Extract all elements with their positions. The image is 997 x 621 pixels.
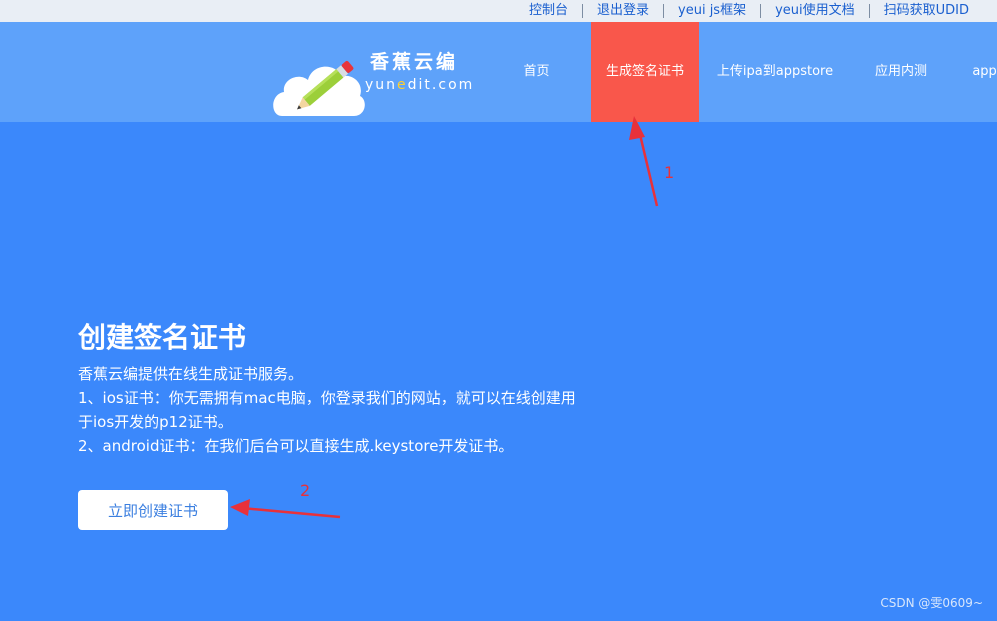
cloud-pencil-icon (273, 60, 365, 116)
logo-title: 香蕉云编 (370, 51, 459, 73)
ios-cert-line: 1、ios证书：你无需拥有mac电脑，你登录我们的网站，就可以在线创建用于ios… (78, 389, 576, 431)
nav-home[interactable]: 首页 (482, 22, 591, 122)
top-links: 控制台 退出登录 yeui js框架 yeui使用文档 扫码获取UDID (515, 0, 997, 22)
logout-link[interactable]: 退出登录 (582, 4, 663, 18)
intro-line: 香蕉云编提供在线生成证书服务。 (78, 365, 304, 383)
annotation-arrow-1 (629, 116, 659, 207)
yeui-docs-link[interactable]: yeui使用文档 (760, 4, 869, 18)
nav-menu: 首页 生成签名证书 上传ipa到appstore 应用内测 appstore (482, 22, 997, 122)
console-link[interactable]: 控制台 (515, 4, 582, 18)
nav-appstore[interactable]: appstore (951, 22, 997, 122)
create-certificate-button[interactable]: 立即创建证书 (78, 490, 228, 530)
main-nav: 香蕉云编 yunedit.com 首页 生成签名证书 上传ipa到appstor… (0, 22, 997, 122)
annotation-label-1: 1 (664, 163, 674, 182)
yeui-js-framework-link[interactable]: yeui js框架 (663, 4, 760, 18)
watermark: CSDN @雯0609~ (880, 596, 983, 610)
site-logo[interactable]: 香蕉云编 yunedit.com (272, 44, 472, 118)
nav-app-testing[interactable]: 应用内测 (851, 22, 951, 122)
logo-domain: yunedit.com (365, 77, 475, 93)
hero-description: 香蕉云编提供在线生成证书服务。 1、ios证书：你无需拥有mac电脑，你登录我们… (78, 362, 588, 458)
android-cert-line: 2、android证书：在我们后台可以直接生成.keystore开发证书。 (78, 437, 514, 455)
scan-udid-link[interactable]: 扫码获取UDID (868, 4, 997, 18)
annotation-arrow-2 (230, 499, 341, 519)
top-bar: 控制台 退出登录 yeui js框架 yeui使用文档 扫码获取UDID (0, 0, 997, 23)
annotation-label-2: 2 (300, 481, 310, 500)
nav-generate-certificate[interactable]: 生成签名证书 (591, 22, 699, 122)
nav-upload-ipa[interactable]: 上传ipa到appstore (699, 22, 851, 122)
page-title: 创建签名证书 (78, 321, 247, 354)
